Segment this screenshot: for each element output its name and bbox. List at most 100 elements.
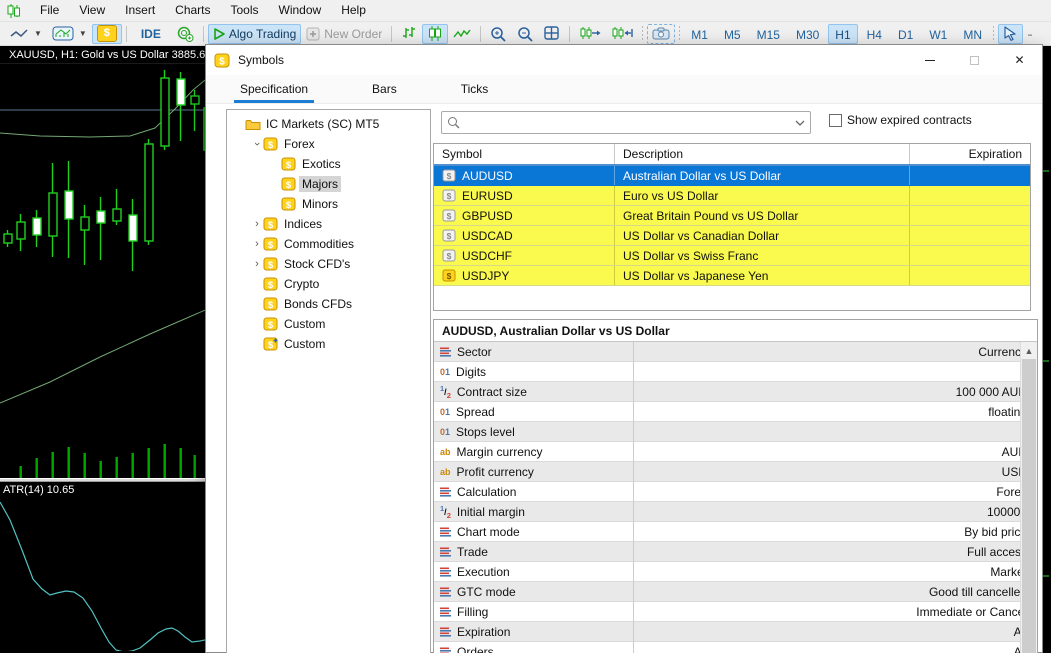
menu-item-tools[interactable]: Tools — [221, 3, 269, 17]
dialog-title-bar[interactable]: $ Symbols ✕ — [206, 45, 1042, 75]
symbols-button[interactable]: $ — [91, 23, 122, 44]
symbol-row-gbpusd[interactable]: $ GBPUSD Great Britain Pound vs US Dollar — [434, 206, 1030, 226]
tree-item-exotics[interactable]: $ Exotics — [227, 154, 430, 174]
svg-text:$: $ — [286, 180, 292, 191]
tree-item-bonds-cfds[interactable]: $ Bonds CFDs — [227, 294, 430, 314]
menu-item-insert[interactable]: Insert — [115, 3, 165, 17]
spec-type-enum-icon — [440, 647, 451, 653]
tree-item-minors[interactable]: $ Minors — [227, 194, 430, 214]
screenshot-button[interactable] — [647, 23, 676, 44]
tree-expand-icon[interactable]: › — [251, 218, 263, 230]
spec-value: USD — [634, 462, 1037, 482]
spec-value: Forex — [634, 482, 1037, 502]
checkbox-box[interactable] — [829, 113, 842, 127]
tree-item-custom[interactable]: $ Custom — [227, 314, 430, 334]
spec-row-stops-level: 01 Stops level 0 — [434, 422, 1037, 442]
zoom-in-button[interactable] — [485, 24, 512, 44]
line-chart-button[interactable] — [448, 24, 476, 44]
scroll-up-arrow[interactable]: ▲ — [1021, 342, 1037, 359]
spec-row-execution: Execution Market — [434, 562, 1037, 582]
tree-expand-icon[interactable]: › — [251, 138, 263, 150]
symbols-table-header[interactable]: Symbol Description Expiration — [434, 144, 1030, 166]
symbol-row-audusd[interactable]: $ AUDUSD Australian Dollar vs US Dollar — [434, 166, 1030, 186]
search-input[interactable] — [464, 115, 791, 130]
tree-item-indices[interactable]: › $ Indices — [227, 214, 430, 234]
close-button[interactable]: ✕ — [997, 45, 1042, 75]
spec-type-int-icon: 01 — [440, 426, 451, 437]
timeframe-mn[interactable]: MN — [956, 24, 989, 44]
new-order-button[interactable]: New Order — [301, 24, 387, 44]
tab-ticks[interactable]: Ticks — [449, 76, 501, 103]
tree-item-stock-cfd-s[interactable]: › $ Stock CFD's — [227, 254, 430, 274]
candle-chart-button[interactable] — [422, 23, 449, 44]
description-cell: Euro vs US Dollar — [615, 186, 910, 205]
symbol-row-eurusd[interactable]: $ EURUSD Euro vs US Dollar — [434, 186, 1030, 206]
spec-value: Good till cancelled — [634, 582, 1037, 602]
menu-item-window[interactable]: Window — [269, 3, 332, 17]
spec-value: Market — [634, 562, 1037, 582]
tree-item-ic-markets-sc-mt5[interactable]: IC Markets (SC) MT5 — [227, 114, 430, 134]
maximize-button[interactable] — [952, 45, 997, 75]
symbols-table-rows: $ AUDUSD Australian Dollar vs US Dollar $ EU… — [434, 166, 1030, 286]
timeframe-w1[interactable]: W1 — [922, 24, 954, 44]
timeframe-m5[interactable]: M5 — [717, 24, 748, 44]
tree-item-custom[interactable]: $ Custom — [227, 334, 430, 354]
dollar-symbol-icon: $ — [281, 157, 297, 171]
cursor-button[interactable] — [998, 23, 1023, 44]
minimize-button[interactable] — [907, 45, 952, 75]
auto-scroll-button[interactable] — [574, 24, 606, 44]
tab-specification[interactable]: Specification — [228, 76, 320, 103]
line-style-button[interactable]: ▼ — [4, 24, 47, 44]
chart-shift-button[interactable] — [606, 24, 638, 44]
community-button[interactable] — [171, 24, 199, 44]
menu-item-help[interactable]: Help — [331, 3, 376, 17]
timeframe-h4[interactable]: H4 — [860, 24, 889, 44]
tree-item-commodities[interactable]: › $ Commodities — [227, 234, 430, 254]
symbol-name: AUDUSD — [462, 168, 513, 183]
timeframe-m15[interactable]: M15 — [750, 24, 787, 44]
menu-item-view[interactable]: View — [69, 3, 115, 17]
ide-button[interactable]: IDE — [131, 24, 171, 44]
scroll-thumb[interactable] — [1022, 359, 1036, 653]
tree-expand-icon[interactable]: › — [251, 258, 263, 270]
timeframe-h1[interactable]: H1 — [828, 23, 858, 44]
symbol-row-usdchf[interactable]: $ USDCHF US Dollar vs Swiss Franc — [434, 246, 1030, 266]
zoom-out-button[interactable] — [512, 24, 539, 44]
symbol-row-usdjpy[interactable]: $ USDJPY US Dollar vs Japanese Yen — [434, 266, 1030, 286]
symbol-row-usdcad[interactable]: $ USDCAD US Dollar vs Canadian Dollar — [434, 226, 1030, 246]
tab-bars[interactable]: Bars — [360, 76, 409, 103]
tree-item-crypto[interactable]: $ Crypto — [227, 274, 430, 294]
scrollbar[interactable]: ▲ — [1020, 342, 1037, 653]
indicators-icon — [52, 26, 74, 40]
spec-row-sector: Sector Currency — [434, 342, 1037, 362]
symbol-dollar-icon: $ — [442, 209, 457, 222]
timeframe-d1[interactable]: D1 — [891, 24, 920, 44]
tree-item-forex[interactable]: › $ Forex — [227, 134, 430, 154]
algo-trading-button[interactable]: Algo Trading — [207, 23, 302, 44]
spec-label: GTC mode — [457, 584, 516, 599]
expiration-cell — [910, 266, 1030, 285]
menu-item-charts[interactable]: Charts — [165, 3, 220, 17]
menu-item-file[interactable]: File — [30, 3, 69, 17]
spec-label: Execution — [457, 564, 510, 579]
new-order-label: New Order — [324, 26, 383, 41]
price-chart — [0, 64, 210, 478]
column-header-symbol[interactable]: Symbol — [434, 144, 615, 164]
indicators-button[interactable]: ▼ — [47, 24, 92, 44]
show-expired-checkbox[interactable]: Show expired contracts — [829, 113, 972, 127]
tile-windows-button[interactable] — [539, 24, 565, 44]
bar-chart-button[interactable] — [396, 24, 422, 44]
column-header-expiration[interactable]: Expiration — [910, 144, 1030, 164]
tree-item-label: Majors — [299, 176, 342, 192]
spec-type-frac-icon: 1/2 — [440, 503, 451, 520]
spec-label-cell: Expiration — [434, 622, 634, 642]
spec-value: Full access — [634, 542, 1037, 562]
crosshair-button-partial[interactable]: — — [1023, 24, 1033, 44]
timeframe-m1[interactable]: M1 — [684, 24, 715, 44]
column-header-description[interactable]: Description — [615, 144, 910, 164]
timeframe-m30[interactable]: M30 — [789, 24, 826, 44]
spec-label-cell: ab Margin currency — [434, 442, 634, 462]
tree-item-majors[interactable]: $ Majors — [227, 174, 430, 194]
search-box[interactable] — [441, 111, 811, 134]
tree-expand-icon[interactable]: › — [251, 238, 263, 250]
